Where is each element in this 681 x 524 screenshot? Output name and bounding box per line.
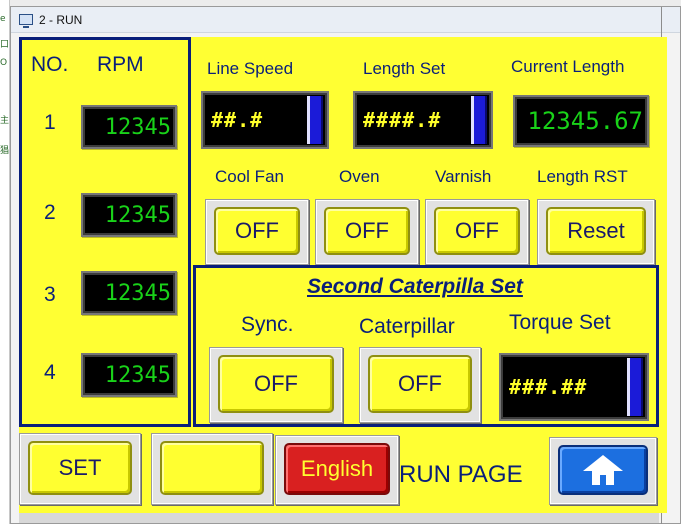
torque-set-value: ###.## xyxy=(509,375,588,399)
varnish-label: Varnish xyxy=(435,167,492,186)
sync-label: Sync. xyxy=(241,313,294,336)
torque-set-input[interactable]: ###.## xyxy=(499,353,649,421)
length-set-value: ####.# xyxy=(363,108,442,132)
rpm-display-4: 12345 xyxy=(81,353,177,397)
sync-button-face: OFF xyxy=(218,355,334,413)
rpm-row-no: 3 xyxy=(44,283,56,306)
set-button-face: SET xyxy=(28,441,132,495)
desktop-glyph: O xyxy=(0,58,8,68)
torque-set-label: Torque Set xyxy=(509,311,611,334)
varnish-button[interactable]: OFF xyxy=(425,199,529,265)
home-button-face xyxy=(558,445,648,495)
line-speed-input[interactable]: ##.# xyxy=(201,91,329,149)
app-root: e 口 O 主 猖 2 - RUN NO. RPM 1 12345 2 1234… xyxy=(0,0,681,524)
length-rst-label: Length RST xyxy=(537,167,628,186)
bottom-strip xyxy=(19,513,659,523)
length-reset-button-face: Reset xyxy=(546,207,646,255)
caterpillar-button-face: OFF xyxy=(368,355,472,413)
hmi-panel: NO. RPM 1 12345 2 12345 3 12345 4 12345 … xyxy=(19,37,667,513)
current-length-display: 12345.67 xyxy=(513,95,649,147)
cool-fan-label: Cool Fan xyxy=(215,167,284,186)
rpm-display-3: 12345 xyxy=(81,271,177,315)
caterpillar-label: Caterpillar xyxy=(359,315,455,338)
home-icon xyxy=(583,455,623,485)
desktop-glyph: 口 xyxy=(0,40,10,50)
english-button-face: English xyxy=(284,443,390,495)
window-title: 2 - RUN xyxy=(39,13,83,27)
oven-label: Oven xyxy=(339,167,380,186)
rpm-header-rpm: RPM xyxy=(97,53,144,76)
blank-button[interactable] xyxy=(151,433,273,505)
input-knob-icon xyxy=(471,96,487,144)
input-knob-icon xyxy=(307,96,323,144)
blank-button-face xyxy=(160,441,264,495)
line-speed-label: Line Speed xyxy=(207,59,294,78)
desktop-glyph: 主 xyxy=(0,116,10,126)
desktop-strip: e 口 O 主 猖 xyxy=(0,0,10,524)
english-button[interactable]: English xyxy=(275,435,399,505)
sync-button[interactable]: OFF xyxy=(209,347,343,423)
rpm-row-no: 2 xyxy=(44,201,56,224)
input-knob-icon xyxy=(627,358,643,416)
hmi-window: 2 - RUN NO. RPM 1 12345 2 12345 3 12345 … xyxy=(10,6,681,524)
desktop-glyph: e xyxy=(0,14,6,24)
oven-button-face: OFF xyxy=(324,207,410,255)
rpm-display-2: 12345 xyxy=(81,193,177,237)
current-length-label: Current Length xyxy=(511,57,625,76)
rpm-display-1: 12345 xyxy=(81,105,177,149)
caterpilla-section-title: Second Caterpilla Set xyxy=(307,275,523,298)
caterpillar-button[interactable]: OFF xyxy=(359,347,481,423)
cool-fan-button[interactable]: OFF xyxy=(205,199,309,265)
varnish-button-face: OFF xyxy=(434,207,520,255)
monitor-icon xyxy=(19,14,33,28)
length-reset-button[interactable]: Reset xyxy=(537,199,655,265)
length-set-label: Length Set xyxy=(363,59,446,78)
cool-fan-button-face: OFF xyxy=(214,207,300,255)
desktop-glyph: 猖 xyxy=(0,146,10,156)
length-set-input[interactable]: ####.# xyxy=(353,91,493,149)
line-speed-value: ##.# xyxy=(211,108,264,132)
window-titlebar[interactable]: 2 - RUN xyxy=(11,7,680,33)
set-button[interactable]: SET xyxy=(19,433,141,505)
page-label: RUN PAGE xyxy=(399,461,523,488)
rpm-header-no: NO. xyxy=(31,53,69,76)
rpm-row-no: 1 xyxy=(44,111,56,134)
rpm-row-no: 4 xyxy=(44,361,56,384)
oven-button[interactable]: OFF xyxy=(315,199,419,265)
home-button[interactable] xyxy=(549,437,657,505)
